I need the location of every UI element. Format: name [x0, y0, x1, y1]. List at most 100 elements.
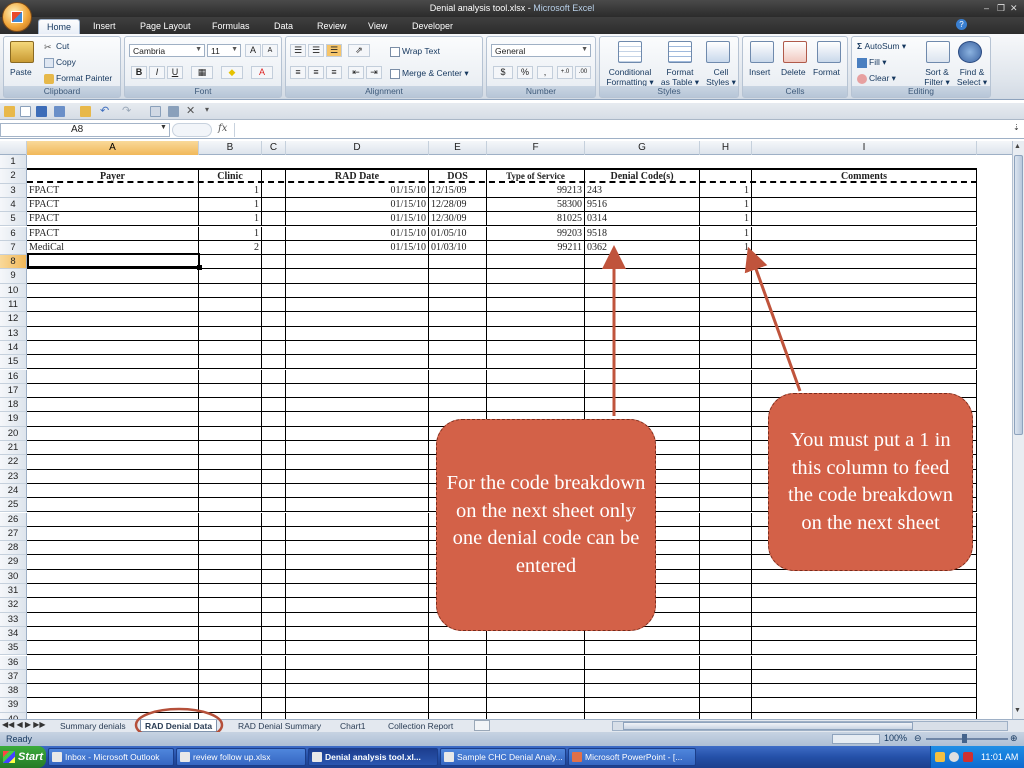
- align-right-button[interactable]: ≡: [326, 66, 342, 79]
- increase-indent-button[interactable]: ⇥: [366, 66, 382, 79]
- grow-font-button[interactable]: A: [245, 44, 261, 57]
- horizontal-scrollbar[interactable]: [612, 721, 1008, 731]
- vertical-scrollbar[interactable]: ▲ ▼: [1012, 141, 1024, 719]
- tab-developer[interactable]: Developer: [404, 19, 461, 34]
- print-preview-icon[interactable]: [54, 106, 65, 117]
- decrease-indent-button[interactable]: ⇤: [348, 66, 364, 79]
- sheet-tab-summary-denials[interactable]: Summary denials: [56, 720, 130, 732]
- bold-button[interactable]: B: [131, 66, 147, 79]
- task-outlook[interactable]: Inbox - Microsoft Outlook: [48, 748, 174, 766]
- find-select-button[interactable]: Find & Select ▾: [956, 67, 988, 88]
- spelling-icon[interactable]: [150, 106, 161, 117]
- sheet-tab-chart1[interactable]: Chart1: [336, 720, 370, 732]
- h-scroll-thumb[interactable]: [623, 722, 913, 730]
- sheet-nav-icons[interactable]: ◀◀ ◀ ▶ ▶▶: [2, 720, 46, 729]
- task-review-follow-up[interactable]: review follow up.xlsx: [176, 748, 306, 766]
- customize-dropdown-icon[interactable]: ▾: [205, 105, 209, 114]
- font-color-button[interactable]: A: [251, 66, 273, 79]
- tab-view[interactable]: View: [360, 19, 395, 34]
- comma-button[interactable]: ,: [537, 66, 553, 79]
- tab-page-layout[interactable]: Page Layout: [132, 19, 199, 34]
- tab-data[interactable]: Data: [266, 19, 301, 34]
- align-middle-button[interactable]: ☰: [308, 44, 324, 57]
- format-painter-button[interactable]: Format Painter: [44, 73, 112, 84]
- align-top-button[interactable]: ☰: [290, 44, 306, 57]
- zoom-level[interactable]: 100%: [884, 733, 907, 743]
- align-center-button[interactable]: ≡: [308, 66, 324, 79]
- scroll-up-icon[interactable]: ▲: [1014, 143, 1023, 153]
- font-size-select[interactable]: 11 ▼: [207, 44, 241, 57]
- scroll-thumb[interactable]: [1014, 155, 1023, 435]
- align-left-button[interactable]: ≡: [290, 66, 306, 79]
- zoom-slider[interactable]: [926, 738, 1008, 740]
- name-box[interactable]: A8: [0, 123, 170, 137]
- insert-cells-button[interactable]: Insert: [749, 67, 770, 77]
- clock[interactable]: 11:01 AM: [981, 746, 1018, 768]
- tab-review[interactable]: Review: [309, 19, 355, 34]
- close-x-icon[interactable]: ✕: [186, 104, 195, 117]
- cut-button[interactable]: ✂ Cut: [44, 41, 69, 52]
- worksheet-grid[interactable]: A B C D E F G H I J FPACT101/15/1012/15/…: [0, 141, 1012, 719]
- percent-button[interactable]: %: [517, 66, 533, 79]
- tray-icon-2[interactable]: [949, 752, 959, 762]
- scroll-down-icon[interactable]: ▼: [1014, 707, 1023, 717]
- zoom-in-icon[interactable]: ⊕: [1010, 733, 1018, 744]
- office-button[interactable]: [2, 2, 32, 32]
- increase-decimal-button[interactable]: +.0: [557, 66, 573, 79]
- clear-button[interactable]: Clear ▾: [857, 73, 896, 84]
- redo-icon[interactable]: ↷: [122, 104, 131, 117]
- minimize-icon[interactable]: –: [984, 3, 989, 13]
- wrap-text-button[interactable]: Wrap Text: [390, 46, 440, 57]
- help-icon[interactable]: ?: [956, 19, 967, 30]
- borders-button[interactable]: ▦: [191, 66, 213, 79]
- align-bottom-button[interactable]: ☰: [326, 44, 342, 57]
- tab-formulas[interactable]: Formulas: [204, 19, 258, 34]
- orientation-button[interactable]: ⇗: [348, 44, 370, 57]
- currency-button[interactable]: $: [493, 66, 513, 79]
- formula-input[interactable]: [234, 123, 1010, 137]
- task-powerpoint[interactable]: Microsoft PowerPoint - [...: [568, 748, 696, 766]
- sort-filter-button[interactable]: Sort & Filter ▾: [922, 67, 952, 88]
- restore-icon[interactable]: ❐: [997, 3, 1005, 14]
- conditional-formatting-button[interactable]: Conditional Formatting ▾: [605, 67, 655, 88]
- zoom-slider-thumb[interactable]: [962, 734, 967, 743]
- paste-button[interactable]: Paste: [10, 67, 32, 77]
- open-icon[interactable]: [4, 106, 15, 117]
- cell-styles-button[interactable]: Cell Styles ▾: [704, 67, 738, 88]
- new-icon[interactable]: [20, 106, 31, 117]
- italic-button[interactable]: I: [149, 66, 165, 79]
- fx-icon[interactable]: fx: [218, 123, 227, 134]
- autosum-button[interactable]: Σ AutoSum ▾: [857, 41, 906, 52]
- close-icon[interactable]: ✕: [1010, 3, 1018, 14]
- sheet-tab-rad-denial-summary[interactable]: RAD Denial Summary: [234, 720, 325, 732]
- tab-insert[interactable]: Insert: [85, 19, 124, 34]
- insert-sheet-icon[interactable]: [474, 720, 490, 731]
- fill-button[interactable]: Fill ▾: [857, 57, 887, 68]
- start-button[interactable]: Start: [0, 746, 46, 768]
- security-shield-icon[interactable]: [963, 752, 973, 762]
- task-sample-chc[interactable]: Sample CHC Denial Analy...: [440, 748, 566, 766]
- view-buttons[interactable]: [832, 734, 880, 744]
- zoom-out-icon[interactable]: ⊖: [914, 733, 922, 744]
- undo-icon[interactable]: ↶: [100, 104, 109, 117]
- tab-home[interactable]: Home: [38, 19, 81, 34]
- name-box-dropdown-icon[interactable]: ▼: [160, 124, 167, 131]
- format-cells-button[interactable]: Format: [813, 67, 840, 77]
- folder-icon[interactable]: [80, 106, 91, 117]
- decrease-decimal-button[interactable]: .00: [575, 66, 591, 79]
- fill-color-button[interactable]: ◆: [221, 66, 243, 79]
- task-denial-analysis[interactable]: Denial analysis tool.xl...: [308, 748, 438, 766]
- copy-button[interactable]: Copy: [44, 57, 76, 68]
- number-format-select[interactable]: General ▼: [491, 44, 591, 57]
- underline-button[interactable]: U: [167, 66, 183, 79]
- delete-cells-button[interactable]: Delete: [781, 67, 806, 77]
- formula-cancel-enter[interactable]: [172, 123, 212, 137]
- format-as-table-button[interactable]: Format as Table ▾: [660, 67, 700, 88]
- shrink-font-button[interactable]: A: [262, 44, 278, 57]
- tray-icon-1[interactable]: [935, 752, 945, 762]
- font-name-select[interactable]: Cambria ▼: [129, 44, 205, 57]
- save-icon[interactable]: [36, 106, 47, 117]
- sheet-tab-collection-report[interactable]: Collection Report: [384, 720, 457, 732]
- print-icon[interactable]: [168, 106, 179, 117]
- merge-center-button[interactable]: Merge & Center ▾: [390, 68, 469, 79]
